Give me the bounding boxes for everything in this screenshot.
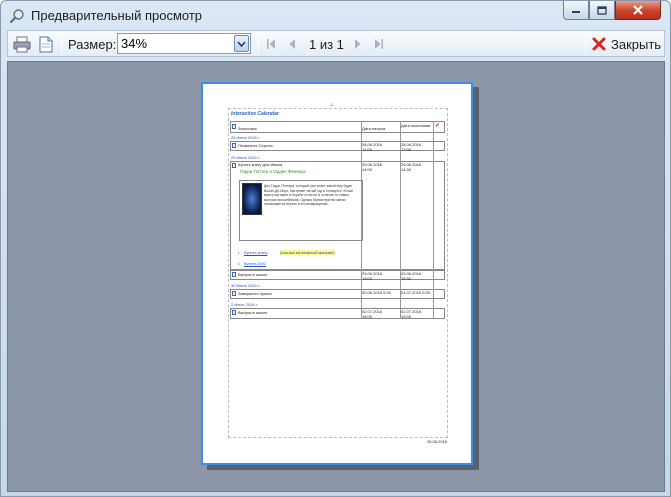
window-title: Предварительный просмотр: [31, 8, 203, 23]
row-title: Завершить проект: [238, 291, 273, 296]
toolbar-separator: [258, 34, 259, 54]
row-title: Купить книгу для Ивана: [238, 162, 283, 167]
zoom-dropdown-button[interactable]: [234, 35, 249, 52]
printer-icon: [13, 36, 31, 52]
first-page-icon: [267, 39, 275, 49]
column-header-end: Дата окончания: [401, 123, 431, 128]
group-header: 29 Июнь 2016 г.: [231, 155, 260, 160]
next-page-icon: [355, 39, 361, 49]
group-header: 2 Июль 2016 г.: [231, 302, 258, 307]
page-number: -1-: [329, 102, 334, 107]
column-divider: [433, 121, 434, 319]
book-cover-image: [242, 183, 262, 215]
row-end: 29.06.2016 14:30: [401, 162, 422, 172]
toolbar-separator: [61, 34, 62, 54]
group-header: 30 Июнь 2016 г.: [231, 283, 260, 288]
row-end: 01.07.2016 0:00: [401, 290, 430, 295]
checkmark-icon: ✔: [435, 123, 441, 129]
book-description: Для Гарри Поттера, который уже знает, ка…: [264, 184, 354, 207]
group-header: 28 Июнь 2016 г.: [231, 135, 260, 140]
footer-date: 28.06.2016: [427, 439, 448, 444]
close-preview-button[interactable]: Закрыть: [592, 34, 661, 54]
document-icon: [232, 163, 236, 168]
calendar-title: Interactive Calendar: [231, 111, 279, 117]
row-start: 28.06.2016 12:00: [362, 142, 383, 152]
document-icon: [232, 310, 236, 315]
first-page-button[interactable]: [264, 34, 278, 54]
row-title: Выпуск в школе: [238, 310, 268, 315]
row-end: 29.06.2016 19:30: [401, 271, 422, 281]
next-page-button[interactable]: [352, 34, 364, 54]
document-icon: [232, 124, 236, 129]
last-page-button[interactable]: [372, 34, 386, 54]
page-indicator-text: 1 из 1: [309, 36, 344, 52]
red-x-icon: [592, 37, 606, 51]
row-start: 29.06.2016 14:00: [362, 162, 383, 172]
zoom-size-combobox[interactable]: 34%: [117, 33, 251, 54]
magnifier-icon: [9, 9, 24, 24]
row-start: 29.06.2016 19:00: [362, 271, 383, 281]
preview-viewport[interactable]: -1- Interactive Calendar Заголовок Дата …: [7, 61, 665, 492]
row-start: 30.06.2016 0:00: [362, 290, 391, 295]
close-preview-label: Закрыть: [611, 36, 662, 52]
page-indicator: 1 из 1: [309, 34, 344, 54]
document-icon: [232, 143, 236, 148]
maximize-button[interactable]: [589, 1, 615, 20]
column-header-title: Заголовок: [238, 126, 257, 131]
title-bar[interactable]: Предварительный просмотр: [1, 1, 670, 31]
document-icon: [232, 291, 236, 296]
prev-page-button[interactable]: [286, 34, 298, 54]
close-icon: [633, 5, 643, 15]
last-page-icon: [375, 39, 383, 49]
bullet: •: [238, 250, 240, 255]
buy-book-link[interactable]: Купить книгу: [244, 250, 267, 255]
size-label: Размер:: [68, 34, 116, 54]
toolbar: Размер: 34% 1 из 1 Закрыть: [7, 30, 665, 57]
prev-page-icon: [289, 39, 295, 49]
column-header-start: Дата начала: [362, 126, 386, 131]
bullet: •: [238, 261, 240, 266]
buy-dvd-link[interactable]: Купить DVD: [244, 261, 266, 266]
page-setup-button[interactable]: [36, 34, 56, 54]
row-end: 02.07.2016 19:00: [401, 309, 422, 319]
window-close-button[interactable]: [615, 1, 661, 20]
buy-book-note: (ссылка на книжный магазин): [280, 250, 335, 255]
print-button[interactable]: [12, 34, 32, 54]
zoom-size-value: 34%: [121, 36, 148, 51]
document-icon: [232, 272, 236, 277]
minimize-button[interactable]: [563, 1, 589, 20]
page-icon: [39, 36, 53, 52]
row-title: Выпуск в школе: [238, 272, 268, 277]
column-divider: [361, 121, 362, 319]
row-title: Позвонить Сергею: [238, 143, 273, 148]
row-start: 02.07.2016 18:00: [362, 309, 383, 319]
toolbar-separator: [585, 34, 586, 54]
book-title: Гарри Поттер и Орден Феникса: [240, 169, 306, 174]
size-label-text: Размер:: [68, 36, 117, 52]
maximize-icon: [597, 5, 607, 15]
column-divider: [400, 121, 401, 319]
preview-window: Предварительный просмотр Размер: 34% 1 и…: [0, 0, 671, 497]
row-end: 28.06.2016 13:00: [401, 142, 422, 152]
preview-page: -1- Interactive Calendar Заголовок Дата …: [201, 82, 473, 465]
minimize-icon: [572, 11, 580, 13]
chevron-down-icon: [237, 40, 246, 47]
